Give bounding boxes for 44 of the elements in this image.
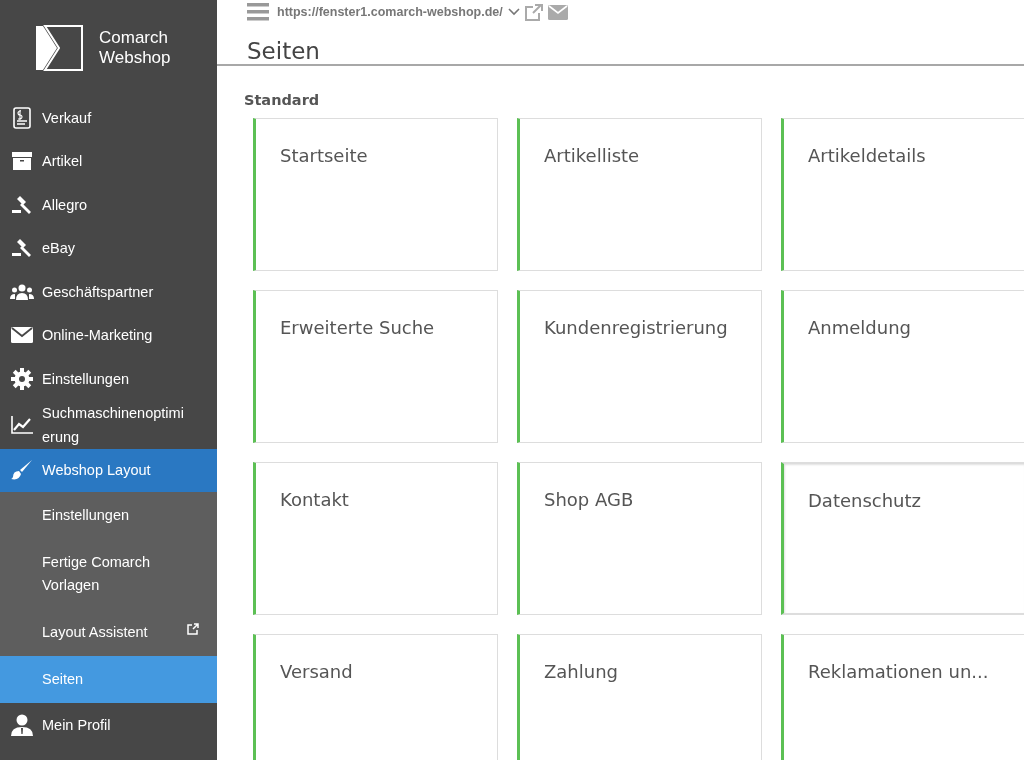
chevron-down-icon[interactable] <box>507 8 520 16</box>
users-icon <box>10 283 34 300</box>
page-card[interactable]: Kontakt <box>253 462 498 615</box>
mail-icon[interactable] <box>547 4 568 20</box>
chart-icon <box>11 415 33 434</box>
page-card[interactable]: Erweiterte Suche <box>253 290 498 443</box>
gavel-icon <box>11 194 33 215</box>
nav-item[interactable]: Einstellungen <box>0 357 217 401</box>
page-card[interactable]: Datenschutz <box>781 462 1024 615</box>
gavel-icon <box>11 238 33 259</box>
nav-subitem[interactable]: Layout Assistent <box>0 609 217 656</box>
page-card[interactable]: Startseite <box>253 118 498 271</box>
receipt-icon <box>13 106 31 129</box>
page-card[interactable]: Versand <box>253 634 498 760</box>
shop-url-link[interactable]: https://fenster1.comarch-webshop.de/ <box>277 5 503 19</box>
page-title: Seiten <box>247 38 321 64</box>
user-icon <box>10 713 34 736</box>
brush-icon <box>11 460 33 481</box>
mail-icon <box>11 327 33 344</box>
nav-item[interactable]: Geschäftspartner <box>0 270 217 314</box>
logo-icon <box>35 25 83 71</box>
page-card[interactable]: Artikeldetails <box>781 118 1024 271</box>
nav-subitem[interactable]: Fertige Comarch Vorlagen <box>0 539 217 609</box>
nav-item[interactable]: Verkauf <box>0 96 217 140</box>
page-card[interactable]: Artikelliste <box>517 118 762 271</box>
logo-text: Comarch Webshop <box>99 28 171 68</box>
nav-subitem[interactable]: Einstellungen <box>0 492 217 539</box>
nav-item[interactable]: eBay <box>0 226 217 270</box>
nav-item[interactable]: Online-Marketing <box>0 313 217 357</box>
page-card[interactable]: Reklamationen un... <box>781 634 1024 760</box>
page-card[interactable]: Anmeldung <box>781 290 1024 443</box>
page-card[interactable]: Kundenregistrierung <box>517 290 762 443</box>
page-card[interactable]: Zahlung <box>517 634 762 760</box>
menu-icon[interactable] <box>247 3 269 21</box>
nav-item[interactable]: Mein Profil <box>0 703 217 747</box>
box-icon <box>12 152 32 171</box>
page-card[interactable]: Shop AGB <box>517 462 762 615</box>
settings-icon <box>11 367 33 390</box>
section-title: Standard <box>244 92 321 108</box>
external-link-icon[interactable] <box>524 3 543 21</box>
nav-item[interactable]: Webshop Layout <box>0 448 217 492</box>
nav-item[interactable]: Suchmaschinenoptimierung <box>0 400 217 449</box>
nav-item[interactable]: Artikel <box>0 139 217 183</box>
nav-item[interactable]: Allegro <box>0 183 217 227</box>
